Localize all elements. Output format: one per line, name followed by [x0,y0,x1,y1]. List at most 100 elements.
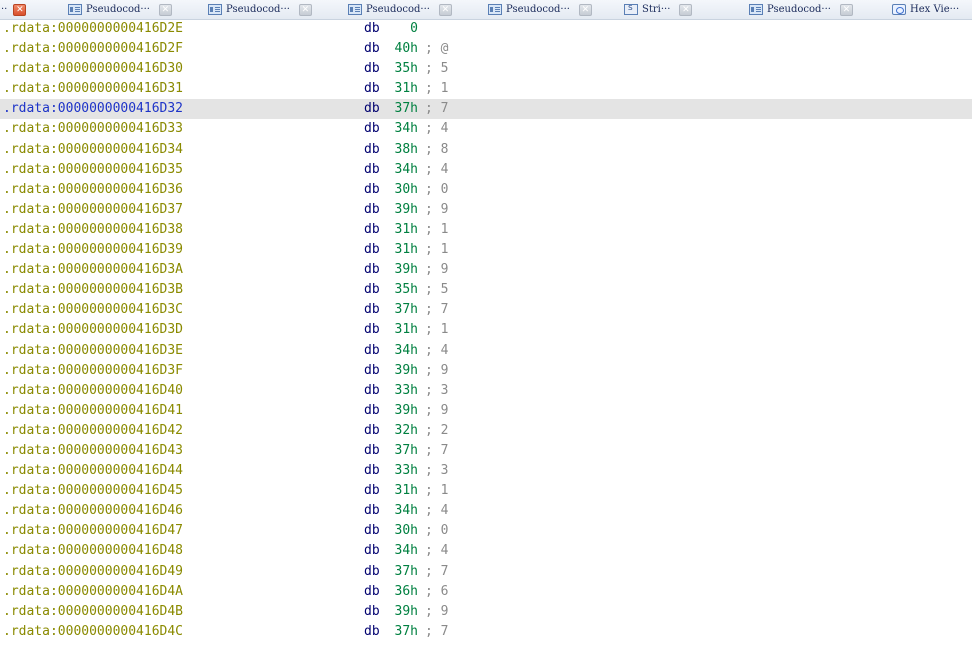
listing-row[interactable]: .rdata:0000000000416D3B db 35h ; 5 [0,280,972,300]
listing-row[interactable]: .rdata:0000000000416D31 db 31h ; 1 [0,79,972,99]
listing-row[interactable]: .rdata:0000000000416D3C db 37h ; 7 [0,300,972,320]
mnemonic-db[interactable]: db [364,59,380,79]
mnemonic-db[interactable]: db [364,99,380,119]
byte-value[interactable]: 34h [386,541,418,561]
address-label[interactable]: .rdata:0000000000416D39 [3,240,183,260]
tab-pseudocode-1[interactable]: Pseudocod··· ✕ [68,0,172,19]
byte-value[interactable]: 35h [386,59,418,79]
listing-row[interactable]: .rdata:0000000000416D3A db 39h ; 9 [0,260,972,280]
byte-value[interactable]: 30h [386,180,418,200]
tab-pseudocode-2[interactable]: Pseudocod··· ✕ [208,0,312,19]
listing-row[interactable]: .rdata:0000000000416D34 db 38h ; 8 [0,140,972,160]
mnemonic-db[interactable]: db [364,602,380,622]
mnemonic-db[interactable]: db [364,381,380,401]
mnemonic-db[interactable]: db [364,582,380,602]
listing-row[interactable]: .rdata:0000000000416D36 db 30h ; 0 [0,180,972,200]
tab-pseudocode-5[interactable]: Pseudocod··· ✕ [749,0,853,19]
listing-row[interactable]: .rdata:0000000000416D45 db 31h ; 1 [0,481,972,501]
mnemonic-db[interactable]: db [364,119,380,139]
address-label[interactable]: .rdata:0000000000416D43 [3,441,183,461]
address-label[interactable]: .rdata:0000000000416D48 [3,541,183,561]
listing-row[interactable]: .rdata:0000000000416D46 db 34h ; 4 [0,501,972,521]
address-label[interactable]: .rdata:0000000000416D2E [3,19,183,39]
address-label[interactable]: .rdata:0000000000416D49 [3,562,183,582]
byte-value[interactable]: 39h [386,401,418,421]
mnemonic-db[interactable]: db [364,19,380,39]
mnemonic-db[interactable]: db [364,622,380,642]
mnemonic-db[interactable]: db [364,461,380,481]
listing-row[interactable]: .rdata:0000000000416D38 db 31h ; 1 [0,220,972,240]
byte-value[interactable]: 37h [386,99,418,119]
byte-value[interactable]: 37h [386,300,418,320]
listing-row[interactable]: .rdata:0000000000416D2E db 0 [0,19,972,39]
address-label[interactable]: .rdata:0000000000416D41 [3,401,183,421]
byte-value[interactable]: 39h [386,200,418,220]
byte-value[interactable]: 39h [386,602,418,622]
mnemonic-db[interactable]: db [364,300,380,320]
address-label[interactable]: .rdata:0000000000416D3E [3,341,183,361]
address-label[interactable]: .rdata:0000000000416D3D [3,320,183,340]
listing-row[interactable]: .rdata:0000000000416D48 db 34h ; 4 [0,541,972,561]
address-label[interactable]: .rdata:0000000000416D3C [3,300,183,320]
byte-value[interactable]: 37h [386,441,418,461]
byte-value[interactable]: 34h [386,119,418,139]
close-icon[interactable]: ✕ [578,3,592,16]
close-icon[interactable]: ✕ [839,3,853,16]
mnemonic-db[interactable]: db [364,320,380,340]
byte-value[interactable]: 37h [386,622,418,642]
byte-value[interactable]: 34h [386,501,418,521]
byte-value[interactable]: 32h [386,421,418,441]
byte-value[interactable]: 34h [386,341,418,361]
mnemonic-db[interactable]: db [364,200,380,220]
mnemonic-db[interactable]: db [364,441,380,461]
disassembly-listing[interactable]: .rdata:0000000000416D2E db 0 .rdata:0000000… [0,19,972,642]
mnemonic-db[interactable]: db [364,79,380,99]
listing-row[interactable]: .rdata:0000000000416D3D db 31h ; 1 [0,320,972,340]
address-label[interactable]: .rdata:0000000000416D38 [3,220,183,240]
tab-previous[interactable]: ·· ✕ [1,0,27,19]
byte-value[interactable]: 31h [386,240,418,260]
address-label[interactable]: .rdata:0000000000416D4C [3,622,183,642]
mnemonic-db[interactable]: db [364,180,380,200]
byte-value[interactable]: 0 [386,19,418,39]
address-label[interactable]: .rdata:0000000000416D4B [3,602,183,622]
address-label[interactable]: .rdata:0000000000416D47 [3,521,183,541]
listing-row[interactable]: .rdata:0000000000416D4C db 37h ; 7 [0,622,972,642]
address-label[interactable]: .rdata:0000000000416D3F [3,361,183,381]
address-label[interactable]: .rdata:0000000000416D33 [3,119,183,139]
address-label[interactable]: .rdata:0000000000416D30 [3,59,183,79]
mnemonic-db[interactable]: db [364,140,380,160]
close-icon[interactable]: ✕ [298,3,312,16]
listing-row[interactable]: .rdata:0000000000416D42 db 32h ; 2 [0,421,972,441]
close-icon[interactable]: ✕ [158,3,172,16]
byte-value[interactable]: 34h [386,160,418,180]
listing-row[interactable]: .rdata:0000000000416D41 db 39h ; 9 [0,401,972,421]
mnemonic-db[interactable]: db [364,361,380,381]
byte-value[interactable]: 36h [386,582,418,602]
address-label[interactable]: .rdata:0000000000416D45 [3,481,183,501]
mnemonic-db[interactable]: db [364,280,380,300]
address-label[interactable]: .rdata:0000000000416D37 [3,200,183,220]
listing-row[interactable]: .rdata:0000000000416D2F db 40h ; @ [0,39,972,59]
address-label[interactable]: .rdata:0000000000416D44 [3,461,183,481]
mnemonic-db[interactable]: db [364,260,380,280]
address-label[interactable]: .rdata:0000000000416D31 [3,79,183,99]
address-label[interactable]: .rdata:0000000000416D42 [3,421,183,441]
mnemonic-db[interactable]: db [364,421,380,441]
byte-value[interactable]: 39h [386,260,418,280]
byte-value[interactable]: 33h [386,461,418,481]
byte-value[interactable]: 33h [386,381,418,401]
close-icon[interactable]: ✕ [679,3,693,16]
listing-row[interactable]: .rdata:0000000000416D30 db 35h ; 5 [0,59,972,79]
address-label[interactable]: .rdata:0000000000416D4A [3,582,183,602]
byte-value[interactable]: 39h [386,361,418,381]
address-label[interactable]: .rdata:0000000000416D32 [3,99,183,119]
mnemonic-db[interactable]: db [364,341,380,361]
tab-hex-view[interactable]: Hex Vie··· [892,0,959,19]
listing-row[interactable]: .rdata:0000000000416D43 db 37h ; 7 [0,441,972,461]
address-label[interactable]: .rdata:0000000000416D46 [3,501,183,521]
listing-row[interactable]: .rdata:0000000000416D40 db 33h ; 3 [0,381,972,401]
byte-value[interactable]: 31h [386,220,418,240]
listing-row[interactable]: .rdata:0000000000416D35 db 34h ; 4 [0,160,972,180]
address-label[interactable]: .rdata:0000000000416D2F [3,39,183,59]
